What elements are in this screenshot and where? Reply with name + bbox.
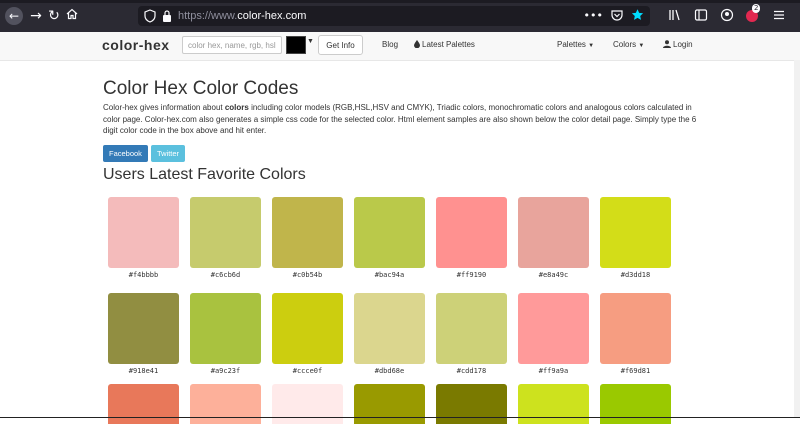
home-button[interactable] [64, 8, 80, 24]
color-swatch[interactable] [190, 197, 261, 268]
color-picker-swatch[interactable] [286, 36, 306, 54]
color-card[interactable]: #a9c23f [190, 293, 261, 377]
address-bar[interactable]: https://www.color-hex.com ••• [138, 6, 650, 26]
color-hex-label[interactable]: #bac94a [354, 271, 425, 281]
site-navbar: color-hex color hex, name, rgb, hsl ▼ Ge… [0, 32, 800, 61]
color-hex-label[interactable]: #ff9190 [436, 271, 507, 281]
palettes-dropdown[interactable]: Palettes ▼ [557, 40, 594, 49]
pocket-icon[interactable] [611, 8, 623, 22]
tracking-shield-icon[interactable] [144, 9, 156, 23]
favorites-heading: Users Latest Favorite Colors [103, 166, 306, 183]
color-hex-label[interactable]: #e8a49c [518, 271, 589, 281]
color-card[interactable]: #918e41 [108, 293, 179, 377]
color-hex-label[interactable]: #c6cb6d [190, 271, 261, 281]
forward-button[interactable]: → [28, 8, 44, 24]
lock-icon[interactable] [162, 9, 172, 23]
color-hex-label[interactable]: #ff9a9a [518, 367, 589, 377]
page-title: Color Hex Color Codes [103, 78, 299, 99]
color-card[interactable]: #ccce0f [272, 293, 343, 377]
color-swatch[interactable] [436, 293, 507, 364]
color-swatch[interactable] [190, 293, 261, 364]
page-actions-menu-icon[interactable]: ••• [584, 8, 603, 24]
colors-label: Colors [613, 40, 637, 49]
color-hex-label[interactable]: #d3dd18 [600, 271, 671, 281]
blog-link[interactable]: Blog [382, 40, 398, 49]
color-card[interactable]: #c6cb6d [190, 197, 261, 281]
color-swatch[interactable] [108, 293, 179, 364]
color-card[interactable]: #d3dd18 [600, 197, 671, 281]
login-link[interactable]: Login [663, 40, 693, 49]
color-swatch[interactable] [190, 384, 261, 424]
get-info-button[interactable]: Get Info [318, 35, 363, 55]
reload-button[interactable]: ↻ [46, 8, 62, 24]
color-swatch[interactable] [108, 197, 179, 268]
palettes-label: Palettes [557, 40, 586, 49]
library-icon[interactable] [668, 8, 682, 22]
latest-palettes-link[interactable]: Latest Palettes [414, 40, 475, 49]
user-icon [663, 40, 671, 48]
bookmark-star-icon[interactable] [631, 8, 644, 22]
color-swatch[interactable] [600, 293, 671, 364]
color-swatch[interactable] [272, 197, 343, 268]
color-card[interactable]: #cdd178 [436, 293, 507, 377]
color-hex-label[interactable]: #f69d81 [600, 367, 671, 377]
page-scrollbar[interactable] [794, 60, 800, 418]
caret-down-icon: ▼ [588, 43, 595, 49]
color-card[interactable]: #e8a49c [518, 197, 589, 281]
caret-down-icon: ▼ [638, 43, 645, 49]
color-swatch[interactable] [518, 197, 589, 268]
social-buttons: Facebook Twitter [103, 145, 186, 162]
search-input[interactable]: color hex, name, rgb, hsl [182, 36, 282, 54]
color-swatch[interactable] [354, 293, 425, 364]
color-swatch[interactable] [518, 384, 589, 424]
page-description: Color-hex gives information about colors… [103, 103, 697, 135]
color-swatch[interactable] [354, 384, 425, 424]
browser-toolbar: ← → ↻ https://www.color-hex.com ••• 2 [0, 0, 800, 32]
account-icon[interactable] [720, 8, 734, 22]
facebook-button[interactable]: Facebook [103, 145, 148, 162]
color-card[interactable]: #ff9a9a [518, 293, 589, 377]
color-card[interactable]: #c0b54b [272, 197, 343, 281]
twitter-button[interactable]: Twitter [150, 145, 186, 162]
drop-icon [414, 40, 420, 48]
color-hex-label[interactable]: #dbd68e [354, 367, 425, 377]
home-icon [66, 8, 78, 20]
site-logo[interactable]: color-hex [102, 37, 170, 53]
extension-badge-icon[interactable]: 2 [746, 4, 761, 22]
color-hex-label[interactable]: #c0b54b [272, 271, 343, 281]
back-button[interactable]: ← [5, 7, 23, 25]
hamburger-menu-icon[interactable] [772, 8, 786, 22]
color-picker-caret-icon[interactable]: ▼ [307, 38, 314, 45]
color-swatch[interactable] [600, 384, 671, 424]
color-swatch[interactable] [272, 293, 343, 364]
color-swatch[interactable] [354, 197, 425, 268]
color-swatch[interactable] [436, 384, 507, 424]
latest-palettes-label: Latest Palettes [422, 40, 475, 49]
color-grid: #f4bbbb #c6cb6d #c0b54b #bac94a #ff9190 #e8a4… [108, 197, 688, 377]
color-grid-partial-row [108, 384, 671, 424]
color-card[interactable]: #dbd68e [354, 293, 425, 377]
login-label: Login [673, 40, 693, 49]
color-hex-label[interactable]: #a9c23f [190, 367, 261, 377]
extension-badge-count: 2 [752, 4, 761, 13]
color-hex-label[interactable]: #f4bbbb [108, 271, 179, 281]
color-swatch[interactable] [436, 197, 507, 268]
sidebar-icon[interactable] [694, 8, 708, 22]
color-swatch[interactable] [518, 293, 589, 364]
color-card[interactable]: #f69d81 [600, 293, 671, 377]
color-card[interactable]: #bac94a [354, 197, 425, 281]
colors-dropdown[interactable]: Colors ▼ [613, 40, 644, 49]
tab-strip-edge [0, 0, 800, 3]
color-swatch[interactable] [108, 384, 179, 424]
color-card[interactable]: #f4bbbb [108, 197, 179, 281]
color-hex-label[interactable]: #918e41 [108, 367, 179, 377]
color-swatch[interactable] [600, 197, 671, 268]
url-text[interactable]: https://www.color-hex.com [178, 9, 306, 23]
color-swatch[interactable] [272, 384, 343, 424]
color-hex-label[interactable]: #ccce0f [272, 367, 343, 377]
color-hex-label[interactable]: #cdd178 [436, 367, 507, 377]
color-card[interactable]: #ff9190 [436, 197, 507, 281]
